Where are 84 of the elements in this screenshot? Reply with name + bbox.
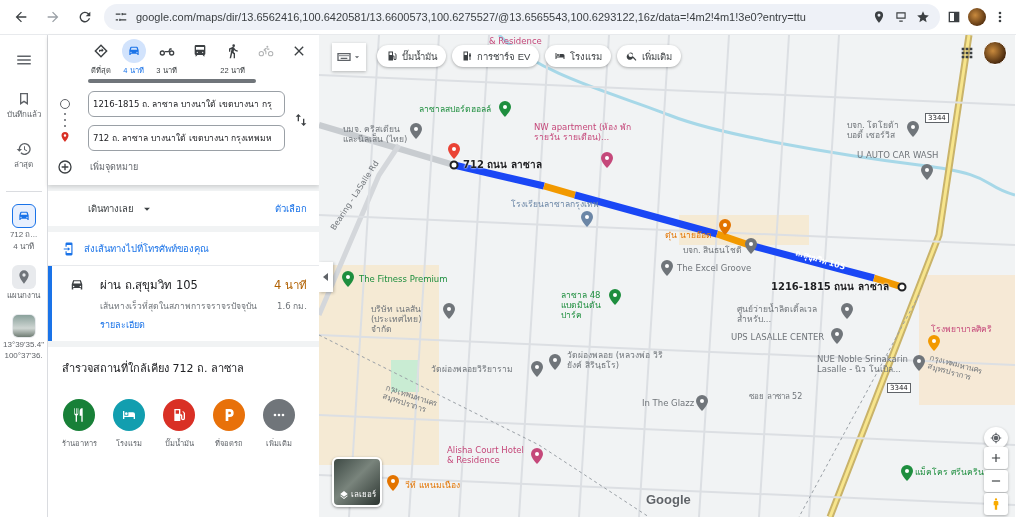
place-label[interactable]: บจก. โตโยต้า บอดี้ เซอร์วิส: [847, 121, 905, 141]
url-text: google.com/maps/dir/13.6562416,100.6420581/13.6600573,100.6275527/@13.6565543,100.6293122,16z/data=!4m2!4m1!3e0?entry=ttu: [136, 11, 807, 23]
route-via: ผ่าน ถ.สุขุมวิท 105: [100, 277, 198, 294]
place-label[interactable]: ตุ๋น นายอ๊อด: [665, 231, 712, 241]
route-end-icon: [897, 282, 907, 292]
options-link[interactable]: ตัวเลือก: [275, 201, 307, 216]
route-distance: 1.6 กม.: [277, 300, 307, 313]
place-label[interactable]: UPS LASALLE CENTER: [731, 333, 825, 343]
swap-arrows-icon: [293, 111, 309, 128]
destination-pin-icon: [448, 143, 460, 159]
zoom-in-button[interactable]: [984, 447, 1008, 469]
zoom-out-button[interactable]: [984, 470, 1008, 492]
place-label[interactable]: The Fitness Premium: [359, 275, 448, 285]
site-info-icon: [114, 10, 128, 24]
reload-icon: [77, 9, 93, 25]
category-chip[interactable]: โรงแรม: [545, 45, 612, 67]
locate-icon: [989, 431, 1003, 445]
forward-arrow-icon: [45, 9, 61, 25]
address-label: 1216-1815 ถนน ลาซาล: [771, 281, 889, 293]
photo-placeholder: [12, 314, 35, 337]
place-label[interactable]: U AUTO CAR WASH: [857, 151, 939, 161]
layers-icon: [338, 491, 349, 501]
side-panel-icon: [946, 9, 962, 25]
recent-item[interactable]: แผนกงาน: [0, 262, 47, 302]
place-label[interactable]: In The Glazz: [642, 399, 695, 409]
destination-field[interactable]: 712 ถ. ลาซาล บางนาใต้ เขตบางนา กรุงเทพมห: [88, 125, 285, 151]
origin-field[interactable]: 1216-1815 ถ. ลาซาล บางนาใต้ เขตบางนา กรุ: [88, 91, 285, 117]
fuel-pump-icon: [386, 50, 398, 62]
mode-scroll-bar[interactable]: [88, 79, 256, 83]
profile-avatar[interactable]: [968, 8, 986, 26]
location-icon: [872, 10, 886, 24]
place-label[interactable]: บมจ. คริสเตียน และนีลเส็น (ไทย): [343, 125, 409, 145]
bookmark-star-icon: [916, 10, 930, 24]
install-icon: [894, 10, 908, 24]
send-to-phone-icon: [62, 241, 76, 256]
route-start-icon: [449, 160, 459, 170]
place-label[interactable]: โรงเรียนลาซาลกรุงเทพ: [511, 200, 599, 210]
category-chip[interactable]: การชาร์จ EV: [452, 45, 540, 67]
place-label[interactable]: ศูนย์ว่ายน้ำลิตเติ้ลเวล สำหรับ...: [737, 305, 839, 325]
caret-left-icon: [323, 273, 329, 281]
bicycle-icon: [257, 43, 274, 59]
address-bar[interactable]: google.com/maps/dir/13.6562416,100.6420581/13.6600573,100.6275527/@13.6565543,100.6293122,16z/data=!4m2!4m1!3e0?entry=ttu: [104, 4, 940, 30]
charger-icon: [461, 50, 473, 62]
place-label[interactable]: บริษัท เนลสัน (ประเทศไทย) จำกัด: [371, 305, 443, 335]
category-chip[interactable]: เพิ่มเติม: [617, 45, 682, 67]
details-link[interactable]: รายละเอียด: [100, 318, 145, 332]
place-label[interactable]: วีที แหนมเนือง: [405, 481, 460, 491]
place-label[interactable]: วัดผ่องพลอย (หลวงพ่อ วิริยังค์ สิรินฺธโร): [567, 351, 663, 371]
apps-grid-icon: [959, 45, 975, 61]
collapse-panel-button[interactable]: [319, 262, 333, 292]
route-time: 4 นาที: [274, 277, 307, 294]
recent-item[interactable]: 13°39'35.4" 100°37'36.: [0, 311, 47, 363]
recent-item[interactable]: 712 ถ... 4 นาที: [0, 202, 47, 253]
diamond-arrow-icon: [92, 43, 109, 59]
rail-item[interactable]: ล่าสุด: [0, 137, 47, 174]
place-label[interactable]: Alisha Court Hotel & Residence: [447, 446, 533, 466]
restaurant-pin-icon: [928, 335, 940, 351]
layers-button[interactable]: เลเยอร์: [332, 457, 382, 507]
place-label[interactable]: ลาซาล 48 แบดมินตันปาร์ค: [561, 291, 609, 321]
destination-pin-icon: [59, 131, 71, 143]
fuel-pump-icon: [171, 407, 187, 423]
send-to-phone-link[interactable]: ส่งเส้นทางไปที่โทรศัพท์ของคุณ: [84, 241, 209, 256]
place-label[interactable]: NW apartment (ห้อง พักรายวัน รายเดือน)...: [534, 123, 646, 143]
road-label: ซอย ลาซาล 52: [749, 392, 803, 402]
place-label: & Residence: [489, 37, 542, 47]
search-icon: [626, 50, 639, 62]
place-label[interactable]: The Excel Groove: [677, 264, 752, 274]
rail-item[interactable]: บันทึกแล้ว: [0, 87, 47, 124]
plus-icon: [989, 451, 1003, 465]
category-chip[interactable]: ปั๊มน้ำมัน: [377, 45, 446, 67]
keyboard-toggle-button[interactable]: [332, 43, 366, 71]
place-label[interactable]: ลาซาลสปอร์ตฮอลล์: [419, 105, 491, 115]
place-label[interactable]: บจก. สินธนโชติ: [683, 246, 743, 256]
route-note: เส้นทางเร็วที่สุดในสภาพการจราจรปัจจุบัน: [100, 299, 257, 313]
depart-dropdown[interactable]: เดินทางเลย: [88, 201, 154, 216]
place-label[interactable]: วัดผ่องพลอยวิริยาราม: [431, 365, 513, 375]
google-logo: Google: [646, 492, 691, 507]
add-destination-button[interactable]: เพิ่มจุดหมาย: [82, 160, 138, 174]
bed-icon: [554, 50, 567, 62]
explore-title: สำรวจสถานที่ใกล้เคียง 712 ถ. ลาซาล: [62, 359, 245, 377]
place-label[interactable]: แม็คโคร ศรีนคริน: [915, 468, 984, 478]
place-label: โรงพยาบาลศิคริ: [931, 325, 992, 335]
back-arrow-icon: [13, 9, 29, 25]
history-icon: [15, 141, 32, 158]
